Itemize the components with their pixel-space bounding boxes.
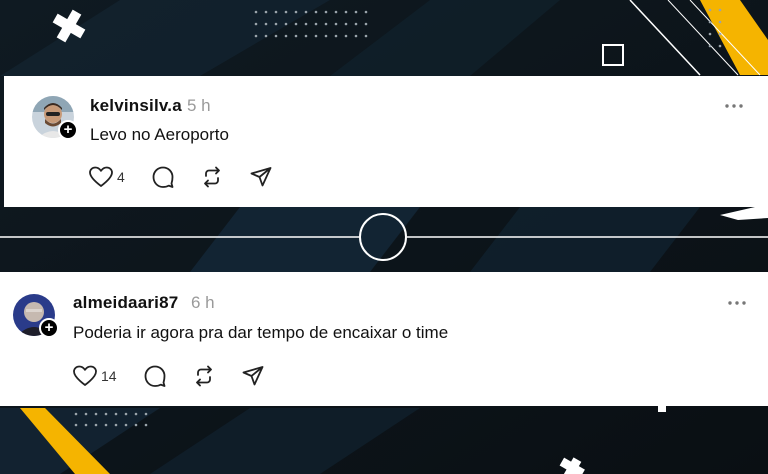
repost-icon — [203, 166, 220, 188]
avatar[interactable]: + — [13, 294, 59, 338]
comment-icon — [152, 166, 174, 188]
send-icon — [242, 366, 263, 386]
action-bar: 4 — [89, 165, 299, 189]
like-button[interactable]: 14 — [73, 365, 117, 387]
heart-icon — [89, 166, 113, 187]
circle-decoration — [359, 213, 407, 261]
post-text: Levo no Aeroporto — [90, 125, 229, 144]
avatar[interactable]: + — [32, 96, 78, 140]
more-options-icon[interactable] — [727, 299, 747, 307]
like-button[interactable]: 4 — [89, 166, 125, 188]
share-button[interactable] — [250, 166, 272, 188]
like-count: 14 — [101, 368, 117, 384]
reply-button[interactable] — [144, 365, 166, 387]
post-text: Poderia ir agora pra dar tempo de encaix… — [73, 323, 449, 342]
thread-post: + kelvinsilv.a 5 h Levo no Aeroporto 4 — [4, 76, 768, 207]
timestamp: 5 h — [187, 96, 211, 115]
thread-post: + almeidaari87 6 h Poderia ir agora pra … — [0, 272, 768, 406]
repost-icon — [195, 365, 212, 387]
share-button[interactable] — [242, 365, 264, 387]
more-options-icon[interactable] — [724, 102, 744, 110]
reply-button[interactable] — [152, 166, 174, 188]
heart-icon — [73, 365, 97, 386]
comment-icon — [144, 365, 165, 387]
follow-plus-icon[interactable]: + — [39, 318, 59, 338]
repost-button[interactable] — [193, 365, 215, 387]
username[interactable]: kelvinsilv.a — [90, 96, 182, 116]
like-count: 4 — [117, 169, 125, 185]
username[interactable]: almeidaari87 — [73, 293, 178, 313]
repost-button[interactable] — [201, 166, 223, 188]
send-icon — [250, 167, 272, 187]
action-bar: 14 — [73, 364, 291, 388]
follow-plus-icon[interactable]: + — [58, 120, 78, 140]
timestamp: 6 h — [191, 293, 215, 312]
